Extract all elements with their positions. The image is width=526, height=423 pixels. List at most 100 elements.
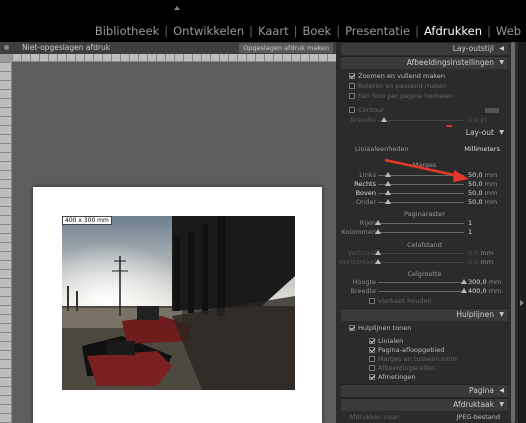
module-kaart[interactable]: Kaart xyxy=(253,24,294,38)
spacing-verticaal-slider[interactable]: Verticaal 0,0 mm xyxy=(341,249,508,258)
margin-boven-slider-value: 50,0 mm xyxy=(468,189,497,197)
cellsize-breedte-slider-value: 400,0 mm xyxy=(468,287,501,295)
panel-scroll-thumb[interactable] xyxy=(511,42,515,423)
margin-rechts-slider-number: 50,0 xyxy=(468,180,483,188)
grid-kolommen-slider-value: 1 xyxy=(468,228,472,236)
spacing-horizontaal-slider[interactable]: Horizontaal 0,0 mm xyxy=(338,258,508,267)
image-setting-checkbox[interactable] xyxy=(349,83,355,89)
module-bibliotheek[interactable]: Bibliotheek xyxy=(90,24,164,38)
expand-right-panel-icon[interactable] xyxy=(520,300,524,306)
spacing-verticaal-slider-number: 0,0 xyxy=(468,249,479,257)
guide-option-checkbox[interactable] xyxy=(369,338,375,344)
margin-links-slider[interactable]: Links 50,0 mm xyxy=(341,171,508,180)
print-job-header[interactable]: Afdruktaak ▼ xyxy=(341,398,508,411)
grid-rijen-slider[interactable]: Rijen 1 xyxy=(341,219,508,228)
print-title: Niet-opgeslagen afdruk xyxy=(22,43,111,52)
print-job-title: Afdruktaak xyxy=(453,400,494,409)
guide-option[interactable]: Linialen xyxy=(369,337,403,346)
guide-option[interactable]: Afmetingen xyxy=(369,373,416,382)
module-presentatie[interactable]: Presentatie xyxy=(340,24,415,38)
margin-onder-slider-label: Onder xyxy=(355,198,376,206)
keep-square-label: Vierkant houden xyxy=(378,297,432,305)
ruler-corner xyxy=(0,54,12,62)
margin-boven-slider-unit: mm xyxy=(484,189,498,197)
image-settings-header[interactable]: Afbeeldingsinstellingen ▼ xyxy=(341,56,508,69)
slider-thumb[interactable] xyxy=(375,220,381,225)
panel-scrollbar[interactable] xyxy=(508,42,518,423)
guide-option[interactable]: Pagina-afloopgebied xyxy=(369,346,444,355)
print-photo[interactable] xyxy=(62,216,295,390)
page-header[interactable]: Pagina ◀ xyxy=(341,384,508,397)
contour-checkbox[interactable] xyxy=(349,107,355,113)
contour-width-label: Breedte xyxy=(350,116,376,124)
keep-square-option[interactable]: Vierkant houden xyxy=(369,297,432,306)
cell-size-title: Celgrootte xyxy=(407,270,442,278)
margin-rechts-slider[interactable]: Rechts 50,0 mm xyxy=(341,180,508,189)
margin-onder-slider[interactable]: Onder 50,0 mm xyxy=(341,198,508,207)
module-afdrukken[interactable]: Afdrukken xyxy=(419,24,487,38)
slider-thumb[interactable] xyxy=(385,190,392,195)
print-to-label: Afdrukken naar: xyxy=(349,413,401,421)
layout-header[interactable]: Lay-out ▼ xyxy=(341,127,508,140)
guide-option-checkbox[interactable] xyxy=(369,374,375,380)
cellsize-hoogte-slider[interactable]: Hoogte 300,0 mm xyxy=(341,278,508,287)
slider-thumb[interactable] xyxy=(375,259,381,264)
slider-thumb[interactable] xyxy=(385,199,392,204)
save-print-button[interactable]: Opgeslagen afdruk maken xyxy=(239,43,333,53)
ruler-units-value[interactable]: Millimeters xyxy=(464,145,500,153)
slider-thumb[interactable] xyxy=(381,117,387,122)
print-to-value[interactable]: JPEG-bestand xyxy=(456,413,500,422)
guide-option-checkbox[interactable] xyxy=(369,365,375,371)
show-guides-option[interactable]: Hulplijnen tonen xyxy=(349,324,411,333)
module-list: Bibliotheek | Ontwikkelen | Kaart | Boek | Prese… xyxy=(90,22,526,40)
slider-thumb[interactable] xyxy=(461,288,467,293)
image-setting-checkbox[interactable] xyxy=(349,93,355,99)
guide-option[interactable]: Afbeeldingscellen xyxy=(369,364,435,373)
collection-icon xyxy=(4,45,9,50)
page-grid-title: Paginaraster xyxy=(404,210,445,218)
module-ontwikkelen[interactable]: Ontwikkelen xyxy=(168,24,249,38)
keep-square-checkbox[interactable] xyxy=(369,298,375,304)
guide-option-checkbox[interactable] xyxy=(369,356,375,362)
slider-thumb[interactable] xyxy=(385,181,392,186)
guide-option-label: Afmetingen xyxy=(378,373,416,381)
contour-option[interactable]: Contour xyxy=(349,106,384,115)
expand-down-icon: ▼ xyxy=(499,129,504,136)
image-setting-checkbox[interactable] xyxy=(349,73,355,79)
ruler-units-row[interactable]: Liniaaleenheden Millimeters xyxy=(341,144,508,154)
grid-kolommen-slider-number: 1 xyxy=(468,228,473,236)
margin-boven-slider[interactable]: Boven 50,0 mm xyxy=(341,189,508,198)
slider-thumb[interactable] xyxy=(385,172,392,177)
print-to-row[interactable]: Afdrukken naar: JPEG-bestand xyxy=(349,413,500,422)
slider-thumb[interactable] xyxy=(375,229,381,234)
show-guides-checkbox[interactable] xyxy=(349,325,355,331)
module-picker-bar: Bibliotheek | Ontwikkelen | Kaart | Boek | Prese… xyxy=(0,0,526,42)
image-setting-option[interactable]: Zoomen en vullend maken xyxy=(349,72,445,81)
collapse-top-panel-icon[interactable] xyxy=(174,6,180,10)
image-setting-option[interactable]: Roteren en passend maken xyxy=(349,82,447,91)
layout-style-header[interactable]: Lay-outstijl ◀ xyxy=(341,42,508,55)
image-settings-title: Afbeeldingsinstellingen xyxy=(406,58,494,67)
cellsize-hoogte-slider-unit: mm xyxy=(488,278,502,286)
slider-track xyxy=(378,291,464,292)
contour-width-slider[interactable]: Breedte 1,0 pt xyxy=(341,116,508,125)
module-web[interactable]: Web xyxy=(491,24,526,38)
margin-onder-slider-number: 50,0 xyxy=(468,198,483,206)
module-boek[interactable]: Boek xyxy=(298,24,337,38)
cellsize-breedte-slider-number: 400,0 xyxy=(468,287,487,295)
spacing-verticaal-slider-value: 0,0 mm xyxy=(468,249,493,257)
image-setting-option[interactable]: Eén foto per pagina herhalen xyxy=(349,92,453,101)
spacing-horizontaal-slider-label: Horizontaal xyxy=(338,258,376,266)
guide-option[interactable]: Marges en tussenruimte xyxy=(369,355,457,364)
contour-color-swatch[interactable] xyxy=(485,108,499,113)
slider-thumb[interactable] xyxy=(461,279,467,284)
slider-thumb[interactable] xyxy=(375,250,381,255)
cellsize-breedte-slider[interactable]: Breedte 400,0 mm xyxy=(341,287,508,296)
spacing-verticaal-slider-label: Verticaal xyxy=(347,249,376,257)
slider-track xyxy=(378,223,464,224)
slider-track xyxy=(378,253,464,254)
ruler-units-label: Liniaaleenheden xyxy=(355,145,409,153)
grid-kolommen-slider[interactable]: Kolommen 1 xyxy=(341,228,508,237)
guide-option-checkbox[interactable] xyxy=(369,347,375,353)
guides-header[interactable]: Hulplijnen ▼ xyxy=(341,308,508,321)
